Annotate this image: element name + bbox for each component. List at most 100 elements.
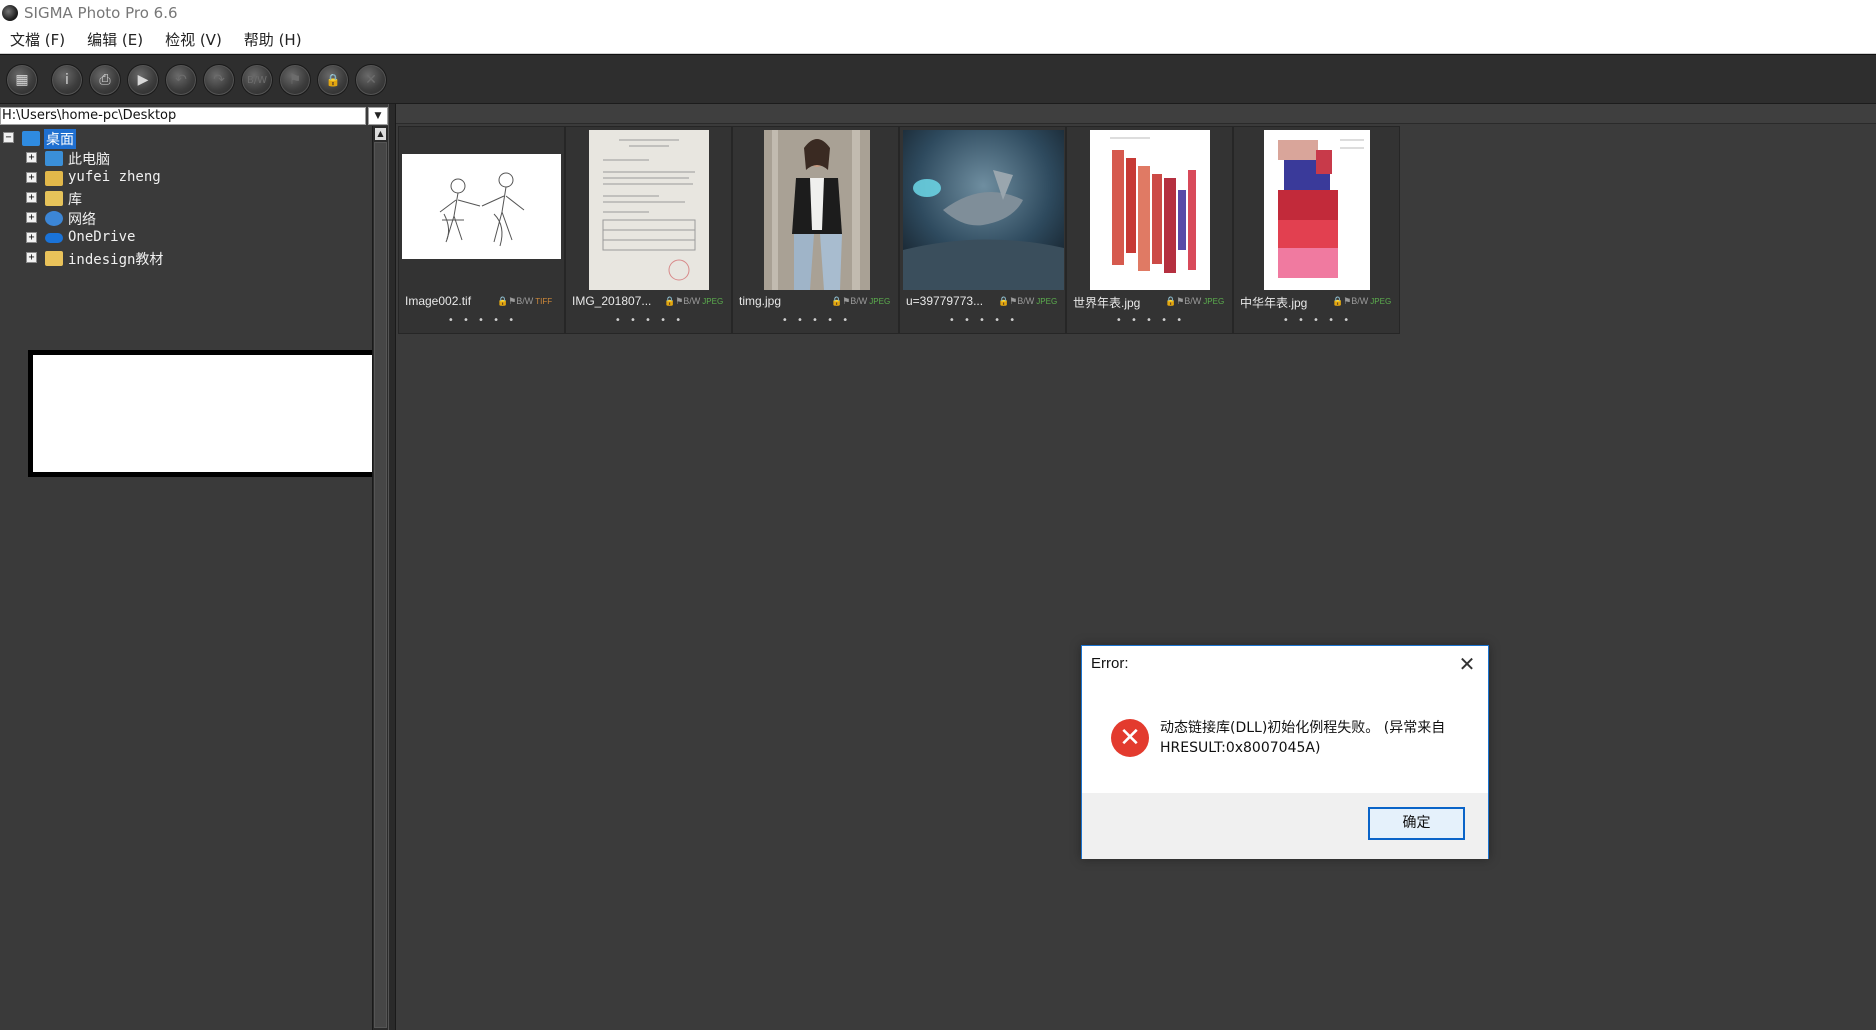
thumbnail-item[interactable]: timg.jpg 🔒⚑B/W JPEG • • • • • xyxy=(732,126,899,334)
collapse-icon[interactable]: − xyxy=(3,132,14,143)
tree-item-label: 网络 xyxy=(68,212,96,228)
dialog-message-line: HRESULT:0x8007045A) xyxy=(1160,740,1321,756)
thumbnail-status-icons: 🔒⚑B/W JPEG xyxy=(1165,296,1224,307)
tree-item-label: 桌面 xyxy=(44,129,76,149)
bw-tag: B/W xyxy=(1351,296,1369,306)
close-icon[interactable]: ✕ xyxy=(1455,652,1479,676)
grid-icon: ▦ xyxy=(15,72,29,88)
title-bar: SIGMA Photo Pro 6.6 xyxy=(0,0,1876,26)
grid-view-button[interactable]: ▦ xyxy=(6,64,38,96)
print-icon: ⎙ xyxy=(99,72,111,88)
thumbnail-item[interactable]: Image002.tif 🔒⚑B/W TIFF • • • • • xyxy=(398,126,565,334)
path-dropdown-button[interactable]: ▼ xyxy=(368,107,388,125)
network-icon xyxy=(45,211,63,226)
info-icon: i xyxy=(65,72,69,88)
thumbnail-item[interactable]: u=39779773... 🔒⚑B/W JPEG • • • • • xyxy=(899,126,1066,334)
error-dialog: Error: ✕ ✕ 动态链接库(DLL)初始化例程失败。 (异常来自 HRES… xyxy=(1081,645,1489,859)
thumbnail-image xyxy=(1090,130,1210,290)
tree-item-label: 库 xyxy=(68,192,82,208)
menu-help[interactable]: 帮助 (H) xyxy=(234,29,312,50)
blank-overlay xyxy=(28,350,378,477)
lock-icon: 🔒 xyxy=(497,296,509,306)
desktop-icon xyxy=(22,131,40,146)
lock-icon: 🔒 xyxy=(831,296,843,306)
path-field[interactable]: H:\Users\home-pc\Desktop xyxy=(0,107,366,125)
tree-item-label: yufei zheng xyxy=(68,169,161,185)
thumbnail-item[interactable]: IMG_201807... 🔒⚑B/W JPEG • • • • • xyxy=(565,126,732,334)
delete-button[interactable]: ✕ xyxy=(355,64,387,96)
lock-icon: 🔒 xyxy=(1165,296,1177,306)
rotate-left-button[interactable]: ↶ xyxy=(165,64,197,96)
rating-dots[interactable]: • • • • • xyxy=(566,315,733,326)
tree-scrollbar[interactable]: ▲ xyxy=(372,126,388,1030)
expand-icon[interactable]: + xyxy=(26,192,37,203)
thumbnail-status-icons: 🔒⚑B/W TIFF xyxy=(497,296,552,307)
thumbnail-image xyxy=(589,130,709,290)
bw-icon: B/W xyxy=(246,74,268,86)
chevron-down-icon: ▼ xyxy=(374,111,382,121)
lock-button[interactable]: 🔒 xyxy=(317,64,349,96)
app-icon xyxy=(2,5,18,21)
lock-icon: 🔒 xyxy=(1332,296,1344,306)
lock-icon: 🔒 xyxy=(998,296,1010,306)
thumbnail-item[interactable]: 世界年表.jpg 🔒⚑B/W JPEG • • • • • xyxy=(1066,126,1233,334)
thumbnail-filename: Image002.tif xyxy=(405,294,472,308)
bw-button[interactable]: B/W xyxy=(241,64,273,96)
scroll-up-icon[interactable]: ▲ xyxy=(375,128,386,140)
menu-view[interactable]: 检视 (V) xyxy=(155,29,232,50)
ok-button[interactable]: 确定 xyxy=(1368,807,1465,840)
rotate-right-button[interactable]: ↷ xyxy=(203,64,235,96)
tree-item-label: 此电脑 xyxy=(68,152,110,168)
onedrive-icon xyxy=(45,233,63,243)
format-badge: TIFF xyxy=(535,297,553,306)
expand-icon[interactable]: + xyxy=(26,232,37,243)
format-badge: JPEG xyxy=(1203,297,1225,306)
rotate-left-icon: ↶ xyxy=(175,72,187,88)
thumbnail-image xyxy=(903,130,1064,290)
expand-icon[interactable]: + xyxy=(26,152,37,163)
menu-edit[interactable]: 编辑 (E) xyxy=(77,29,153,50)
computer-icon xyxy=(45,151,63,166)
window-title: SIGMA Photo Pro 6.6 xyxy=(24,4,178,22)
format-badge: JPEG xyxy=(869,297,891,306)
slideshow-button[interactable]: ▶ xyxy=(127,64,159,96)
bw-tag: B/W xyxy=(1184,296,1202,306)
info-button[interactable]: i xyxy=(51,64,83,96)
panel-splitter[interactable] xyxy=(388,104,396,1030)
expand-icon[interactable]: + xyxy=(26,172,37,183)
thumbnail-filename: IMG_201807... xyxy=(572,294,652,308)
dialog-title: Error: xyxy=(1091,655,1129,672)
rating-dots[interactable]: • • • • • xyxy=(399,315,566,326)
toolbar: ▦ i ⎙ ▶ ↶ ↷ B/W ⚑ 🔒 ✕ xyxy=(0,54,1876,104)
browser-header xyxy=(396,104,1876,124)
dialog-message-line: 动态链接库(DLL)初始化例程失败。 (异常来自 xyxy=(1160,720,1446,736)
lock-icon: 🔒 xyxy=(325,73,341,87)
thumbnail-status-icons: 🔒⚑B/W JPEG xyxy=(664,296,723,307)
error-icon: ✕ xyxy=(1111,719,1149,757)
folder-panel: H:\Users\home-pc\Desktop ▼ − 桌面 + 此电脑 + … xyxy=(0,104,388,1030)
user-folder-icon xyxy=(45,171,63,186)
thumbnail-browser: Image002.tif 🔒⚑B/W TIFF • • • • • IMG_201… xyxy=(396,104,1876,1030)
bw-tag: B/W xyxy=(850,296,868,306)
thumbnail-status-icons: 🔒⚑B/W JPEG xyxy=(831,296,890,307)
thumbnail-item[interactable]: 中华年表.jpg 🔒⚑B/W JPEG • • • • • xyxy=(1233,126,1400,334)
tree-item-label: indesign教材 xyxy=(68,252,164,268)
rating-dots[interactable]: • • • • • xyxy=(1234,315,1401,326)
menu-file[interactable]: 文檔 (F) xyxy=(0,29,75,50)
tree-item-label: OneDrive xyxy=(68,229,136,245)
rating-dots[interactable]: • • • • • xyxy=(1067,315,1234,326)
menu-bar: 文檔 (F) 编辑 (E) 检视 (V) 帮助 (H) xyxy=(0,26,1876,54)
print-button[interactable]: ⎙ xyxy=(89,64,121,96)
folder-tree: − 桌面 + 此电脑 + yufei zheng + 库 + 网络 + OneD… xyxy=(0,126,372,1030)
flag-button[interactable]: ⚑ xyxy=(279,64,311,96)
thumbnail-image xyxy=(402,154,561,259)
bw-tag: B/W xyxy=(683,296,701,306)
play-icon: ▶ xyxy=(137,72,149,88)
expand-icon[interactable]: + xyxy=(26,212,37,223)
rating-dots[interactable]: • • • • • xyxy=(733,315,900,326)
scroll-thumb[interactable] xyxy=(374,142,387,1028)
rating-dots[interactable]: • • • • • xyxy=(900,315,1067,326)
folder-icon xyxy=(45,251,63,266)
expand-icon[interactable]: + xyxy=(26,252,37,263)
rotate-right-icon: ↷ xyxy=(213,72,225,88)
